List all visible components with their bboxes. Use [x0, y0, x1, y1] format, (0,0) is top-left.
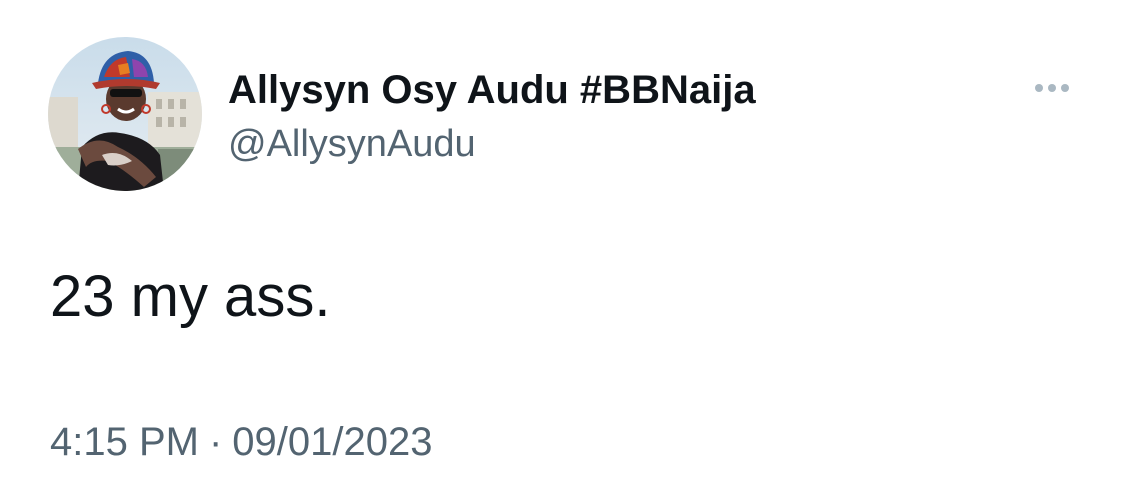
avatar[interactable] [48, 37, 202, 191]
meta-separator: · [208, 420, 223, 464]
tweet-text: 23 my ass. [50, 264, 331, 329]
tweet-timestamp[interactable]: 4:15 PM · 09/01/2023 [50, 417, 433, 467]
more-horizontal-icon [1048, 84, 1056, 92]
author-display-name[interactable]: Allysyn Osy Audu #BBNaija [228, 66, 756, 114]
avatar-photo [48, 37, 202, 191]
more-options-button[interactable] [1024, 74, 1080, 102]
author-handle[interactable]: @AllysynAudu [228, 121, 476, 167]
tweet-time: 4:15 PM [50, 420, 199, 464]
more-horizontal-icon [1035, 84, 1043, 92]
tweet-date: 09/01/2023 [232, 420, 433, 464]
more-horizontal-icon [1061, 84, 1069, 92]
tweet-card: Allysyn Osy Audu #BBNaija @AllysynAudu 2… [0, 0, 1125, 487]
